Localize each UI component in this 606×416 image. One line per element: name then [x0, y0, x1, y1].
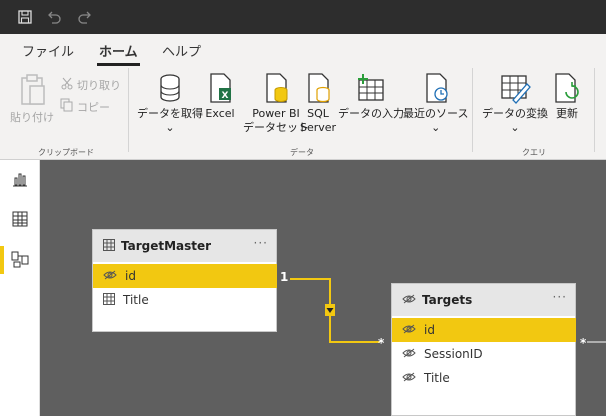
relationship-cardinality-many: * [378, 336, 385, 350]
enter-data-label: データの入力 [338, 107, 404, 120]
field-row[interactable]: Title [93, 288, 276, 312]
cut-label: 切り取り [77, 78, 121, 92]
paste-button[interactable]: 貼り付け [10, 72, 54, 125]
table-card-header[interactable]: Targets ··· [392, 284, 575, 316]
relationship-cardinality-many-extra: * [580, 336, 587, 350]
enter-data-button[interactable]: データの入力 [338, 72, 404, 121]
table-name: Targets [422, 293, 473, 307]
field-name: SessionID [424, 347, 483, 361]
sql-label-1: SQL [307, 107, 329, 120]
model-canvas[interactable]: 1 * * TargetMaster ··· id Title Targets … [40, 160, 606, 416]
database-icon [155, 72, 185, 107]
more-options-icon[interactable]: ··· [553, 290, 567, 304]
group-divider [594, 68, 595, 152]
get-data-label: データを取得 [137, 107, 203, 120]
refresh-label: 更新 [556, 107, 578, 120]
recent-sources-label: 最近のソース [403, 107, 469, 120]
report-view-button[interactable] [0, 164, 40, 196]
field-row[interactable]: id [93, 264, 277, 288]
tab-help[interactable]: ヘルプ [162, 41, 201, 60]
get-data-button[interactable]: データを取得 ⌄ [137, 72, 203, 135]
field-name: id [125, 269, 136, 283]
clipboard-group-label: クリップボード [38, 148, 94, 157]
chevron-down-icon: ⌄ [165, 121, 175, 134]
group-divider [472, 68, 473, 152]
refresh-button[interactable]: 更新 [552, 72, 582, 121]
hidden-eye-icon [103, 269, 117, 283]
chevron-down-icon: ⌄ [510, 121, 520, 134]
table-name: TargetMaster [121, 239, 212, 253]
table-card-targets[interactable]: Targets ··· id SessionID Title [391, 283, 576, 416]
ribbon-tabs: ファイル ホーム ヘルプ [0, 34, 606, 66]
hidden-eye-icon [402, 371, 416, 385]
cut-button[interactable]: 切り取り [60, 76, 121, 93]
report-icon [11, 170, 29, 191]
transform-data-label: データの変換 [482, 107, 548, 120]
field-name: id [424, 323, 435, 337]
view-switcher [0, 160, 40, 416]
excel-label: Excel [205, 107, 235, 120]
sql-server-icon [303, 72, 333, 107]
sql-server-button[interactable]: SQL Server [300, 72, 336, 135]
tab-home[interactable]: ホーム [97, 41, 140, 66]
model-view-icon [11, 250, 29, 271]
field-name: Title [424, 371, 450, 385]
paste-label: 貼り付け [10, 111, 54, 124]
field-row[interactable]: id [392, 318, 576, 342]
copy-icon [60, 98, 74, 115]
table-card-targetmaster[interactable]: TargetMaster ··· id Title [92, 229, 277, 332]
ribbon: ファイル ホーム ヘルプ 貼り付け 切り取り コピー クリップボード データを取… [0, 34, 606, 160]
hidden-eye-icon [402, 323, 416, 337]
field-row[interactable]: Title [392, 366, 575, 390]
scissors-icon [60, 76, 74, 93]
table-icon [103, 238, 115, 254]
field-name: Title [123, 293, 149, 307]
more-options-icon[interactable]: ··· [254, 236, 268, 250]
field-row[interactable]: SessionID [392, 342, 575, 366]
copy-label: コピー [77, 100, 110, 114]
enter-data-icon [355, 72, 387, 107]
save-icon[interactable] [16, 8, 34, 26]
hidden-eye-icon [402, 293, 416, 307]
transform-data-button[interactable]: データの変換 ⌄ [482, 72, 548, 135]
transform-data-icon [499, 72, 531, 107]
excel-icon: X [205, 72, 235, 107]
tab-file[interactable]: ファイル [22, 41, 74, 60]
copy-button[interactable]: コピー [60, 98, 110, 115]
table-view-button[interactable] [0, 204, 40, 236]
table-card-header[interactable]: TargetMaster ··· [93, 230, 276, 262]
powerbi-dataset-icon [261, 72, 291, 107]
sql-label-2: Server [300, 121, 337, 134]
table-view-icon [11, 210, 29, 231]
svg-text:X: X [222, 91, 229, 101]
undo-icon[interactable] [45, 8, 63, 26]
title-bar [0, 0, 606, 34]
refresh-icon [552, 72, 582, 107]
powerbi-label-1: Power BI [252, 107, 300, 120]
group-divider [128, 68, 129, 152]
chevron-down-icon: ⌄ [431, 121, 441, 134]
paste-icon [17, 72, 47, 111]
excel-button[interactable]: X Excel [205, 72, 235, 121]
relationship-cardinality-one: 1 [280, 270, 289, 284]
query-group-label: クエリ [522, 148, 546, 157]
recent-sources-icon [421, 72, 451, 107]
table-column-icon [103, 292, 115, 308]
data-group-label: データ [290, 148, 314, 157]
redo-icon[interactable] [76, 8, 94, 26]
hidden-eye-icon [402, 347, 416, 361]
recent-sources-button[interactable]: 最近のソース ⌄ [403, 72, 468, 135]
model-view-button[interactable] [0, 244, 40, 276]
